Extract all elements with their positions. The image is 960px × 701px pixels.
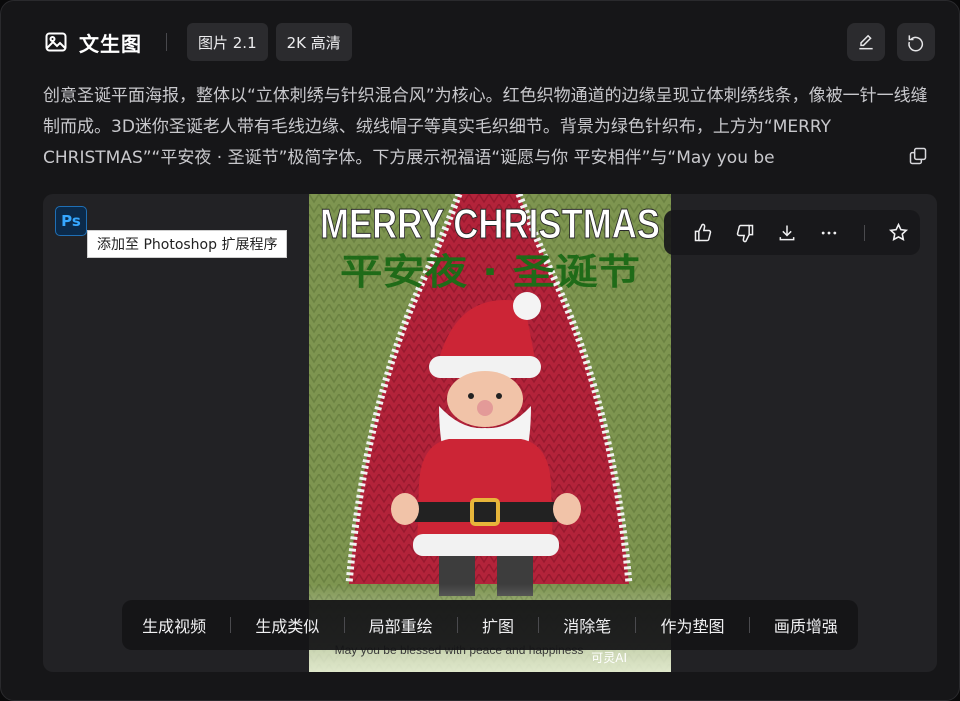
- generate-similar-button[interactable]: 生成类似: [255, 613, 319, 637]
- action-divider: [864, 224, 865, 241]
- thumbs-down-icon: [736, 224, 754, 242]
- photoshop-badge[interactable]: Ps: [55, 206, 87, 236]
- image-toolbar: 生成视频 生成类似 局部重绘 扩图 消除笔 作为垫图 画质增强: [122, 600, 858, 650]
- header-actions: [847, 23, 935, 61]
- header: 文生图 图片 2.1 2K 高清: [43, 22, 935, 62]
- star-icon: [888, 222, 908, 241]
- outpaint-button[interactable]: 扩图: [482, 613, 514, 637]
- like-button[interactable]: [682, 218, 724, 248]
- download-icon: [779, 225, 795, 240]
- inpaint-button[interactable]: 局部重绘: [369, 613, 433, 637]
- prompt-fade: [771, 141, 891, 172]
- image-action-bar: [664, 210, 920, 255]
- copy-icon: [909, 147, 927, 165]
- redo-icon: [908, 35, 924, 52]
- image-icon: [43, 29, 69, 55]
- generate-video-button[interactable]: 生成视频: [142, 613, 206, 637]
- watermark: 可灵AI: [591, 651, 627, 665]
- thumbs-up-icon: [694, 223, 712, 241]
- mode-title: 文生图: [79, 31, 142, 56]
- upscale-button[interactable]: 画质增强: [774, 613, 838, 637]
- edit-icon: [859, 34, 873, 50]
- toolbar-divider: [230, 617, 232, 633]
- model-chip[interactable]: 图片 2.1: [187, 23, 268, 61]
- more-icon: [821, 231, 837, 234]
- more-button[interactable]: [808, 218, 850, 248]
- eraser-button[interactable]: 消除笔: [563, 613, 611, 637]
- photoshop-tooltip: 添加至 Photoshop 扩展程序: [87, 230, 288, 258]
- dislike-button[interactable]: [724, 218, 766, 248]
- toolbar-divider: [456, 617, 458, 633]
- favorite-button[interactable]: [877, 218, 919, 248]
- copy-button[interactable]: [905, 143, 931, 169]
- poster-title: MERRY CHRISTMAS: [320, 200, 660, 247]
- download-button[interactable]: [766, 218, 808, 248]
- toolbar-divider: [343, 617, 345, 633]
- generation-panel: 文生图 图片 2.1 2K 高清 创意圣诞平面海报，整体以“立体刺绣与针织混合风…: [0, 0, 960, 701]
- use-as-reference-button[interactable]: 作为垫图: [661, 613, 725, 637]
- toolbar-divider: [748, 617, 750, 633]
- redo-button[interactable]: [897, 23, 935, 61]
- toolbar-divider: [538, 617, 540, 633]
- image-result-area: MERRY CHRISTMAS 平安夜 · 圣诞节 May you be ble…: [43, 194, 937, 672]
- toolbar-divider: [635, 617, 637, 633]
- quality-chip[interactable]: 2K 高清: [275, 23, 352, 61]
- poster-subtitle: 平安夜 · 圣诞节: [340, 252, 640, 293]
- edit-button[interactable]: [847, 23, 885, 61]
- header-divider: [166, 33, 167, 51]
